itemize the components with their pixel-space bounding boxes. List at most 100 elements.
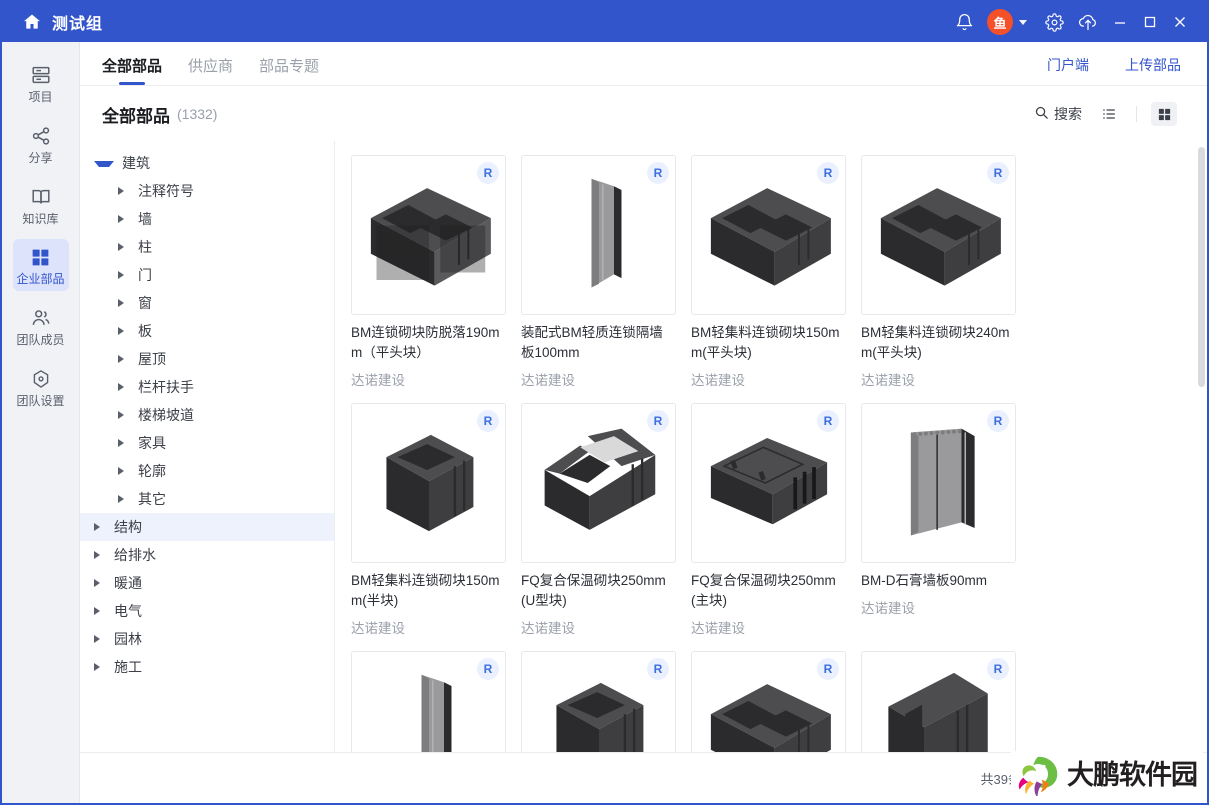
tree-node[interactable]: 暖通 <box>80 569 334 597</box>
chevron-right-icon[interactable] <box>94 523 106 531</box>
chevron-right-icon[interactable] <box>94 607 106 615</box>
tree-node[interactable]: 电气 <box>80 597 334 625</box>
part-thumbnail[interactable]: R <box>521 651 676 753</box>
tree-node[interactable]: 屋顶 <box>80 345 334 373</box>
part-card[interactable]: R <box>861 651 1031 753</box>
tree-node[interactable]: 轮廓 <box>80 457 334 485</box>
part-card[interactable]: R FQ复合保温砌块250mm(主块) 达诺建设 <box>691 403 861 637</box>
sidebar-item-team-members[interactable]: 团队成员 <box>13 299 69 352</box>
part-thumbnail[interactable]: R <box>691 155 846 315</box>
part-card[interactable]: RBM轻集料连锁砌块190mm(半块)达诺建设 <box>521 651 691 753</box>
watermark-text: 大鹏软件园 <box>1067 759 1198 790</box>
tree-node[interactable]: 墙 <box>80 205 334 233</box>
tree-node[interactable]: 窗 <box>80 289 334 317</box>
chevron-right-icon[interactable] <box>118 243 130 251</box>
chevron-right-icon[interactable] <box>118 383 130 391</box>
chevron-right-icon[interactable] <box>118 495 130 503</box>
part-thumbnail[interactable]: R <box>691 651 846 753</box>
chevron-down-icon[interactable] <box>1019 19 1027 25</box>
tree-node[interactable]: 园林 <box>80 625 334 653</box>
part-card[interactable]: R BM连锁砌块防脱落190mm（平头块） 达诺建设 <box>351 155 521 389</box>
cloud-upload-icon[interactable] <box>1071 5 1105 39</box>
tree-node[interactable]: 栏杆扶手 <box>80 373 334 401</box>
portal-link[interactable]: 门户端 <box>1047 55 1089 75</box>
revit-badge: R <box>647 162 669 184</box>
avatar[interactable]: 鱼 <box>987 9 1013 35</box>
part-card[interactable]: R BM轻集料连锁砌块150mm(平头块) 达诺建设 <box>691 155 861 389</box>
part-card[interactable]: R装配式BM轻质连锁隔墙板120mm达诺建设 <box>351 651 521 753</box>
part-thumbnail[interactable]: R <box>351 155 506 315</box>
part-thumbnail[interactable]: R <box>691 403 846 563</box>
tree-node[interactable]: 板 <box>80 317 334 345</box>
part-supplier[interactable]: 达诺建设 <box>351 369 506 389</box>
chevron-right-icon[interactable] <box>118 327 130 335</box>
chevron-right-icon[interactable] <box>118 355 130 363</box>
chevron-down-icon[interactable] <box>94 161 114 167</box>
chevron-right-icon[interactable] <box>118 299 130 307</box>
part-thumbnail[interactable]: R <box>861 403 1016 563</box>
part-supplier[interactable]: 达诺建设 <box>351 617 506 637</box>
tab-all-parts[interactable]: 全部部品 <box>102 55 162 85</box>
tree-node[interactable]: 结构 <box>80 513 334 541</box>
tree-node[interactable]: 给排水 <box>80 541 334 569</box>
chevron-right-icon[interactable] <box>118 215 130 223</box>
sidebar-item-knowledge[interactable]: 知识库 <box>13 178 69 231</box>
sidebar-item-enterprise-parts[interactable]: 企业部品 <box>12 239 69 291</box>
chevron-right-icon[interactable] <box>118 411 130 419</box>
tree-node-label: 屋顶 <box>138 351 166 367</box>
tree-node[interactable]: 柱 <box>80 233 334 261</box>
chevron-right-icon[interactable] <box>118 187 130 195</box>
tree-node[interactable]: 注释符号 <box>80 177 334 205</box>
tree-node[interactable]: 家具 <box>80 429 334 457</box>
grid-view-icon[interactable] <box>1151 102 1177 126</box>
part-thumbnail[interactable]: R <box>521 155 676 315</box>
tab-suppliers[interactable]: 供应商 <box>188 55 233 85</box>
part-supplier[interactable]: 达诺建设 <box>521 617 676 637</box>
part-card[interactable]: R BM-D石膏墙板90mm 达诺建设 <box>861 403 1031 637</box>
users-icon <box>30 307 52 329</box>
part-thumbnail[interactable]: R <box>351 403 506 563</box>
part-supplier[interactable]: 达诺建设 <box>521 369 676 389</box>
part-card[interactable]: R FQ复合保温砌块250mm(U型块) 达诺建设 <box>521 403 691 637</box>
gear-icon[interactable] <box>1037 5 1071 39</box>
part-thumbnail[interactable]: R <box>861 155 1016 315</box>
part-thumbnail[interactable]: R <box>351 651 506 753</box>
tree-node[interactable]: 其它 <box>80 485 334 513</box>
tree-node[interactable]: 楼梯坡道 <box>80 401 334 429</box>
home-icon[interactable] <box>22 12 42 32</box>
chevron-right-icon[interactable] <box>94 551 106 559</box>
chevron-right-icon[interactable] <box>94 579 106 587</box>
maximize-button[interactable] <box>1135 5 1165 39</box>
part-supplier[interactable]: 达诺建设 <box>691 369 846 389</box>
page-title: 全部部品 <box>102 106 170 126</box>
page-header: 全部部品 (1332) 搜索 <box>80 86 1207 142</box>
close-button[interactable] <box>1165 5 1195 39</box>
tree-node[interactable]: 门 <box>80 261 334 289</box>
chevron-right-icon[interactable] <box>94 635 106 643</box>
chevron-right-icon[interactable] <box>118 439 130 447</box>
part-supplier[interactable]: 达诺建设 <box>691 617 846 637</box>
sidebar-item-team-settings[interactable]: 团队设置 <box>13 360 69 413</box>
chevron-right-icon[interactable] <box>118 271 130 279</box>
tree-node[interactable]: 施工 <box>80 653 334 681</box>
tree-node[interactable]: 建筑 <box>80 149 334 177</box>
vertical-scrollbar[interactable] <box>1198 147 1205 387</box>
list-view-icon[interactable] <box>1096 102 1122 126</box>
part-card[interactable]: R BM轻集料连锁砌块240mm(平头块) 达诺建设 <box>861 155 1031 389</box>
minimize-button[interactable] <box>1105 5 1135 39</box>
upload-part-link[interactable]: 上传部品 <box>1125 55 1181 75</box>
part-card[interactable]: R 装配式BM轻质连锁隔墙板100mm 达诺建设 <box>521 155 691 389</box>
tab-part-topics[interactable]: 部品专题 <box>259 55 319 85</box>
search-button[interactable]: 搜索 <box>1034 104 1082 124</box>
sidebar-item-projects[interactable]: 项目 <box>13 56 69 109</box>
chevron-right-icon[interactable] <box>94 663 106 671</box>
part-card[interactable]: R BM轻集料连锁砌块150mm(半块) 达诺建设 <box>351 403 521 637</box>
part-thumbnail[interactable]: R <box>521 403 676 563</box>
part-card[interactable]: R <box>691 651 861 753</box>
bell-icon[interactable] <box>947 5 981 39</box>
sidebar-item-share[interactable]: 分享 <box>13 117 69 170</box>
part-supplier[interactable]: 达诺建设 <box>861 597 1016 617</box>
part-supplier[interactable]: 达诺建设 <box>861 369 1016 389</box>
chevron-right-icon[interactable] <box>118 467 130 475</box>
part-thumbnail[interactable]: R <box>861 651 1016 753</box>
